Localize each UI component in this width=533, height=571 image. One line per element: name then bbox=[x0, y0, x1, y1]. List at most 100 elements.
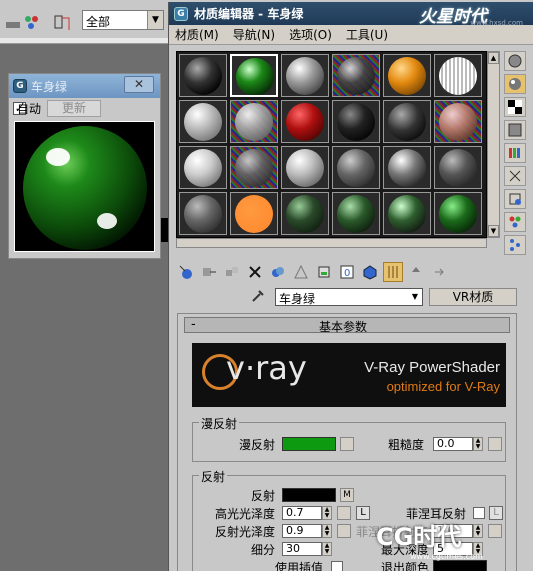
show-end-result-icon[interactable] bbox=[383, 262, 403, 282]
use-interp-checkbox[interactable] bbox=[331, 561, 343, 571]
scroll-down-icon[interactable]: ▼ bbox=[488, 225, 499, 237]
make-preview-icon[interactable] bbox=[504, 166, 526, 186]
sample-slot[interactable] bbox=[434, 192, 482, 235]
go-to-parent-icon[interactable] bbox=[406, 262, 426, 282]
material-map-navigator-icon[interactable] bbox=[504, 235, 526, 255]
diffuse-color-swatch[interactable] bbox=[282, 437, 336, 451]
make-copy-icon[interactable] bbox=[268, 262, 288, 282]
material-name-field[interactable]: 车身绿 ▼ bbox=[275, 288, 423, 306]
subdivs-spinner[interactable]: 30 ▲ ▼ bbox=[282, 542, 334, 556]
diffuse-map-button[interactable] bbox=[340, 437, 354, 451]
sample-slot[interactable] bbox=[383, 192, 431, 235]
put-to-scene-icon[interactable] bbox=[199, 262, 219, 282]
rollout-header[interactable]: - 基本参数 bbox=[184, 317, 510, 334]
go-forward-to-sibling-icon[interactable] bbox=[429, 262, 449, 282]
chevron-down-icon[interactable]: ▼ bbox=[408, 289, 422, 305]
sample-slot[interactable] bbox=[281, 100, 329, 143]
scroll-up-icon[interactable]: ▲ bbox=[488, 52, 499, 64]
make-unique-icon[interactable] bbox=[291, 262, 311, 282]
vray-banner-line2: optimized for V-Ray bbox=[386, 379, 500, 394]
sample-slot[interactable] bbox=[179, 146, 227, 189]
sample-slot[interactable] bbox=[383, 100, 431, 143]
sample-slot[interactable] bbox=[230, 100, 278, 143]
reset-map-icon[interactable] bbox=[245, 262, 265, 282]
sample-slot[interactable] bbox=[332, 146, 380, 189]
background-checker-icon[interactable] bbox=[504, 97, 526, 117]
sample-slot[interactable] bbox=[332, 192, 380, 235]
slots-vertical-scrollbar[interactable]: ▲ ▼ bbox=[487, 51, 500, 238]
spinner-arrows-icon[interactable]: ▲ ▼ bbox=[473, 524, 483, 538]
reflect-color-swatch[interactable] bbox=[282, 488, 336, 502]
put-to-library-icon[interactable] bbox=[314, 262, 334, 282]
reflect-map-button[interactable]: M bbox=[340, 488, 354, 502]
close-button[interactable]: ✕ bbox=[124, 76, 154, 93]
highlight-lock-button[interactable]: L bbox=[356, 506, 370, 520]
menu-utilities[interactable]: 工具(U) bbox=[346, 26, 388, 43]
menu-navigation[interactable]: 导航(N) bbox=[233, 26, 275, 43]
sample-slot[interactable] bbox=[332, 100, 380, 143]
show-map-in-viewport-icon[interactable] bbox=[360, 262, 380, 282]
named-selection-icon[interactable] bbox=[52, 12, 72, 32]
sample-slot[interactable] bbox=[281, 54, 329, 97]
refl-gloss-map-button[interactable] bbox=[337, 524, 351, 538]
sample-slot[interactable] bbox=[281, 192, 329, 235]
toolbar-icon[interactable] bbox=[4, 12, 24, 32]
sample-slot[interactable] bbox=[332, 54, 380, 97]
assign-to-selection-icon[interactable] bbox=[222, 262, 242, 282]
sample-slot[interactable] bbox=[383, 54, 431, 97]
sample-slot[interactable] bbox=[383, 146, 431, 189]
use-interp-label: 使用插值 bbox=[275, 561, 324, 571]
update-button[interactable]: 更新 bbox=[47, 100, 101, 117]
sample-slot[interactable] bbox=[179, 192, 227, 235]
material-editor-window[interactable]: G 材质编辑器 - 车身绿 火星时代 www.hxsd.com 材质(M) 导航… bbox=[168, 2, 533, 571]
backlight-icon[interactable] bbox=[504, 74, 526, 94]
diffuse-label: 漫反射 bbox=[239, 438, 276, 452]
sample-slot[interactable] bbox=[434, 54, 482, 97]
spinner-arrows-icon[interactable]: ▲ ▼ bbox=[473, 437, 483, 451]
subdivs-value[interactable]: 30 bbox=[282, 542, 322, 556]
preview-controls: ✓ 自动 更新 bbox=[9, 98, 160, 119]
preview-title-bar[interactable]: G 车身绿 ✕ bbox=[9, 74, 160, 98]
material-preview-window[interactable]: G 车身绿 ✕ ✓ 自动 更新 bbox=[8, 73, 161, 259]
material-type-button[interactable]: VR材质 bbox=[429, 288, 517, 306]
roughness-map-button[interactable] bbox=[488, 437, 502, 451]
spinner-arrows-icon[interactable]: ▲ ▼ bbox=[322, 506, 332, 520]
fresnel-checkbox[interactable] bbox=[473, 507, 485, 519]
sample-slot[interactable] bbox=[230, 146, 278, 189]
exit-color-swatch[interactable] bbox=[433, 560, 487, 571]
roughness-value[interactable]: 0.0 bbox=[433, 437, 473, 451]
roughness-spinner[interactable]: 0.0 ▲ ▼ bbox=[433, 437, 485, 451]
eyedropper-icon[interactable] bbox=[249, 288, 267, 306]
slots-horizontal-scrollbar[interactable] bbox=[176, 238, 487, 248]
fresnel-lock-button[interactable]: L bbox=[489, 506, 503, 520]
sample-slot[interactable] bbox=[179, 54, 227, 97]
sample-type-icon[interactable] bbox=[504, 51, 526, 71]
subdivs-label: 细分 bbox=[251, 543, 276, 557]
video-color-check-icon[interactable] bbox=[504, 143, 526, 163]
menu-material[interactable]: 材质(M) bbox=[175, 26, 219, 43]
highlight-gloss-map-button[interactable] bbox=[337, 506, 351, 520]
spinner-arrows-icon[interactable]: ▲ ▼ bbox=[322, 542, 332, 556]
sample-uv-tiling-icon[interactable] bbox=[504, 120, 526, 140]
sample-slot[interactable] bbox=[281, 146, 329, 189]
material-preview-image bbox=[14, 121, 155, 252]
material-id-channel-icon[interactable]: 0 bbox=[337, 262, 357, 282]
spinner-arrows-icon[interactable]: ▲ ▼ bbox=[322, 524, 332, 538]
horizontal-toolbar: 0 bbox=[176, 261, 531, 283]
select-by-material-icon[interactable] bbox=[504, 212, 526, 232]
sample-slot[interactable] bbox=[179, 100, 227, 143]
sample-slot-active[interactable] bbox=[230, 54, 278, 97]
sample-slot[interactable] bbox=[230, 192, 278, 235]
fresnel-ior-map-button[interactable] bbox=[488, 524, 502, 538]
options-icon[interactable] bbox=[504, 189, 526, 209]
sample-slot[interactable] bbox=[434, 146, 482, 189]
menu-options[interactable]: 选项(O) bbox=[289, 26, 332, 43]
select-by-name-icon[interactable] bbox=[22, 12, 42, 32]
get-material-icon[interactable] bbox=[176, 262, 196, 282]
highlight-gloss-value[interactable]: 0.7 bbox=[282, 506, 322, 520]
refl-gloss-spinner[interactable]: 0.9 ▲ ▼ bbox=[282, 524, 334, 538]
selection-filter-dropdown[interactable]: 全部 ▼ bbox=[82, 10, 164, 30]
sample-slot[interactable] bbox=[434, 100, 482, 143]
refl-gloss-value[interactable]: 0.9 bbox=[282, 524, 322, 538]
highlight-gloss-spinner[interactable]: 0.7 ▲ ▼ bbox=[282, 506, 334, 520]
